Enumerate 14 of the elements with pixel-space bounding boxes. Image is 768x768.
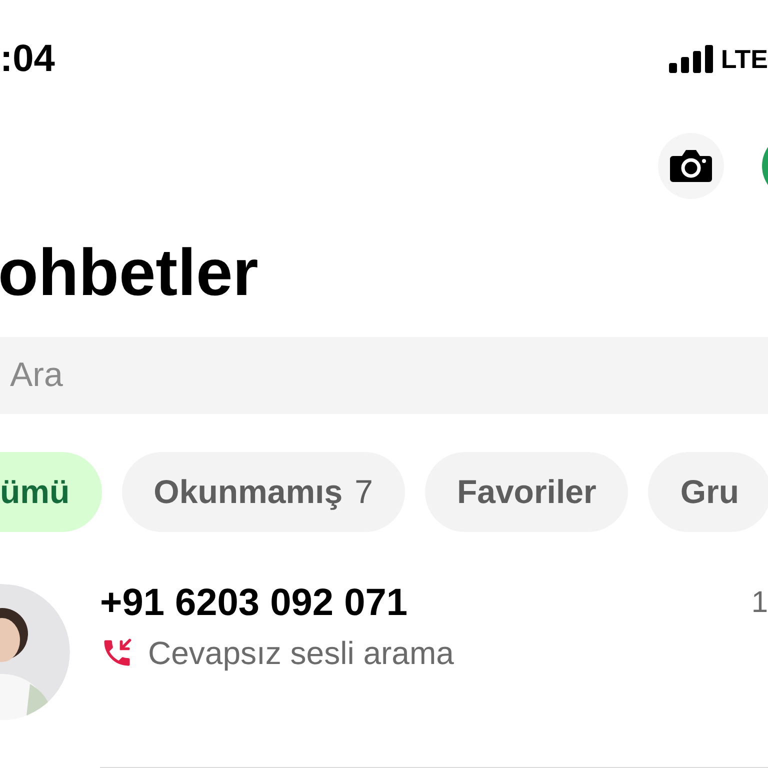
filter-chip[interactable]: ümü [0,452,102,532]
search-field[interactable]: Ara [0,337,768,414]
filter-chip[interactable]: Gru [648,452,768,532]
chat-row[interactable]: +91 6203 092 071 1 Cevapsız sesli arama [0,584,768,768]
signal-icon [668,45,713,73]
page-title: ohbetler [0,239,260,305]
contact-name: +91 6203 092 071 [100,580,408,626]
camera-icon [669,148,713,184]
filter-chip[interactable]: Favoriler [424,452,628,532]
filter-chip[interactable]: Okunmamış 7 [122,452,405,532]
status-time: :04 [0,40,55,78]
network-label: LTE [720,46,768,72]
chat-time: 1 [751,584,768,620]
last-message: Cevapsız sesli arama [148,634,454,673]
